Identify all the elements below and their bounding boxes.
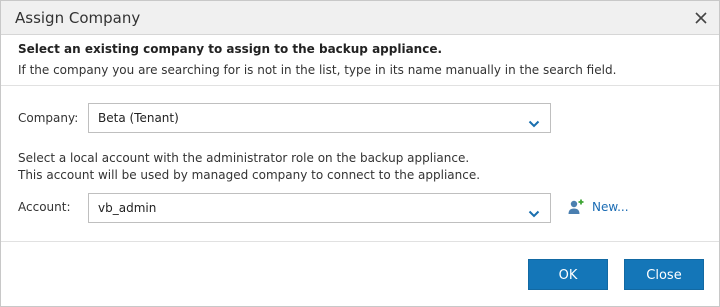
assign-company-dialog: Assign Company Select an existing compan… [0,0,720,307]
new-account-label: New... [592,200,629,214]
close-icon[interactable] [691,8,711,28]
account-dropdown-value: vb_admin [98,201,157,215]
chevron-down-icon [528,114,540,128]
close-button[interactable]: Close [624,259,704,290]
account-info-line-1: Select a local account with the administ… [18,151,470,165]
footer-divider [1,241,719,242]
header-description: If the company you are searching for is … [18,63,617,77]
account-dropdown[interactable]: vb_admin [88,193,551,223]
ok-button[interactable]: OK [528,259,608,290]
dialog-title: Assign Company [15,9,141,27]
account-label: Account: [18,200,71,214]
chevron-down-icon [528,204,540,218]
account-info-line-2: This account will be used by managed com… [18,168,481,182]
company-label: Company: [18,111,79,125]
header-title: Select an existing company to assign to … [18,42,443,56]
company-dropdown[interactable]: Beta (Tenant) [88,103,551,133]
dialog-titlebar: Assign Company [1,1,719,35]
add-user-icon [567,198,585,216]
dialog-header: Select an existing company to assign to … [1,36,719,86]
company-dropdown-value: Beta (Tenant) [98,111,179,125]
